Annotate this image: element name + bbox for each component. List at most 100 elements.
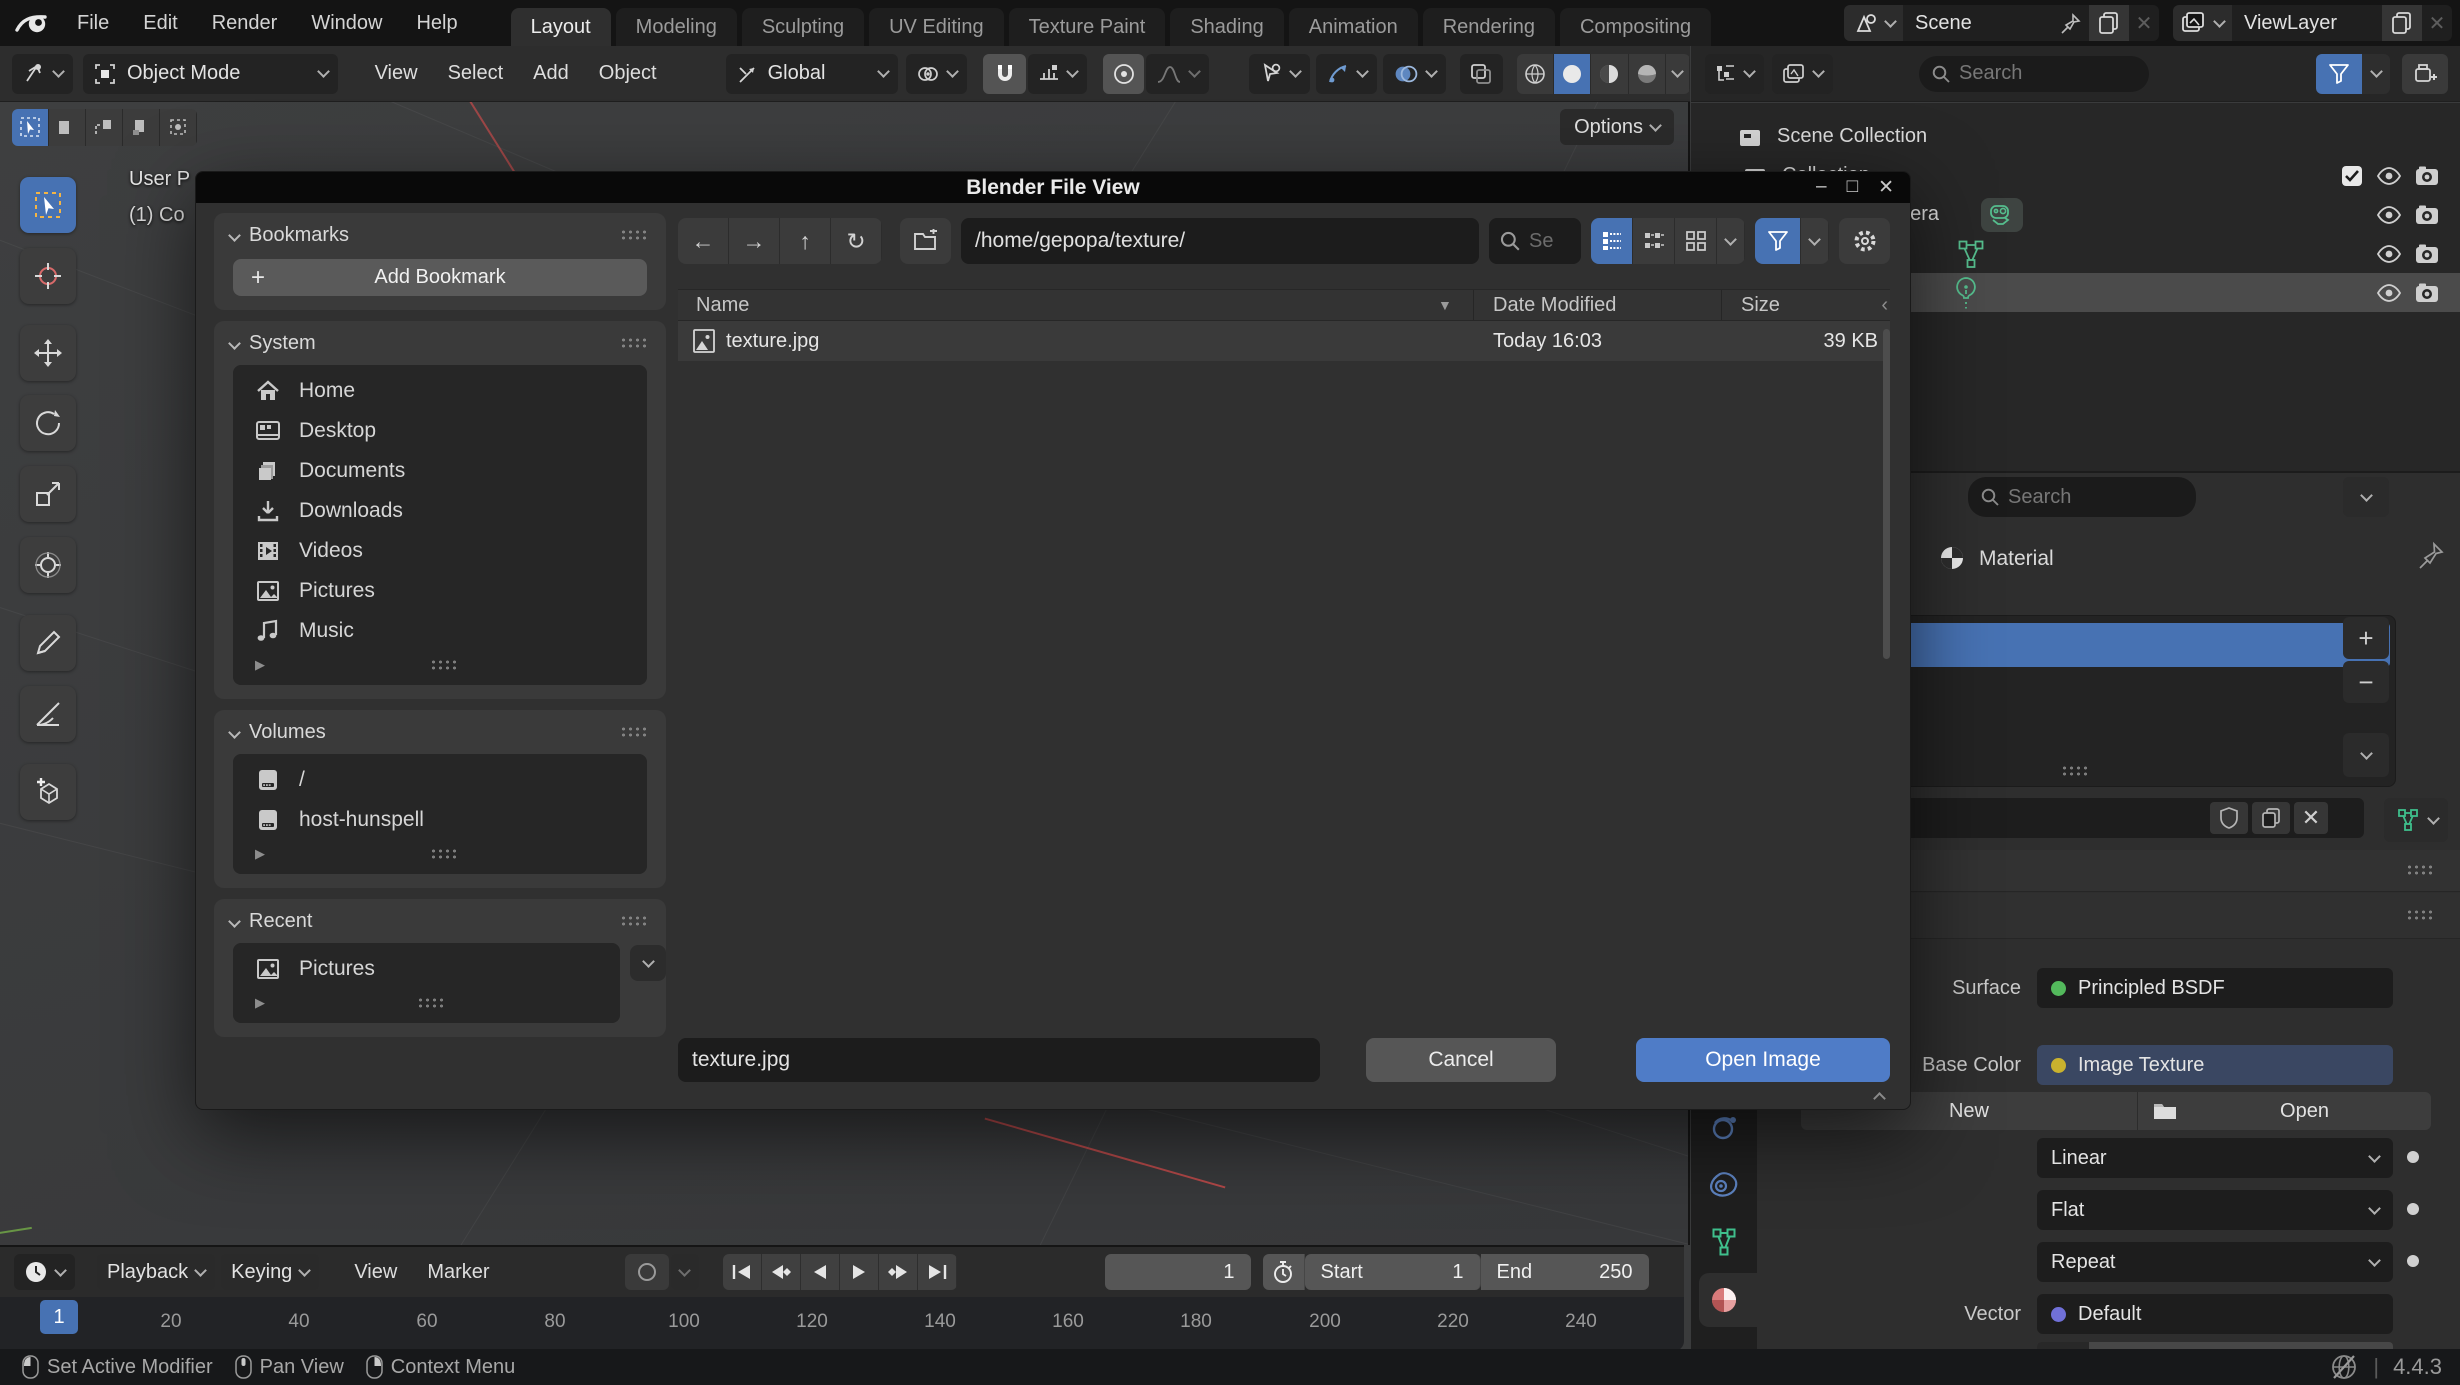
show-gizmo-button[interactable]	[1316, 54, 1377, 94]
surface-value-button[interactable]: Principled BSDF	[2037, 968, 2393, 1008]
column-name[interactable]: Name	[678, 294, 749, 317]
menu-object[interactable]: Object	[584, 62, 672, 85]
create-directory-button[interactable]	[900, 218, 951, 264]
resize-grip[interactable]	[2061, 765, 2091, 778]
transform-orientation[interactable]: Global	[726, 54, 899, 94]
select-circle-button[interactable]	[86, 109, 123, 146]
column-size[interactable]: Size	[1741, 294, 1780, 317]
use-preview-range-button[interactable]	[1263, 1254, 1305, 1290]
image-open-button[interactable]: Open	[2138, 1092, 2431, 1130]
filter-options-button[interactable]	[1801, 218, 1829, 264]
path-field[interactable]	[961, 218, 1479, 264]
hide-viewport-icon[interactable]	[2376, 204, 2402, 226]
unlink-scene-button[interactable]: ✕	[2129, 5, 2159, 41]
mode-selector[interactable]: Object Mode	[83, 54, 338, 94]
filter-options-button[interactable]	[2362, 54, 2390, 94]
close-button[interactable]: ✕	[1878, 176, 1894, 199]
menu-edit[interactable]: Edit	[126, 0, 194, 46]
settings-button[interactable]	[1839, 218, 1890, 264]
hide-viewport-icon[interactable]	[2376, 282, 2402, 304]
drag-grip[interactable]	[2406, 909, 2436, 922]
previous-keyframe-button[interactable]	[762, 1254, 801, 1290]
tool-measure[interactable]	[20, 686, 76, 742]
tab-object-data-icon[interactable]	[1701, 1219, 1747, 1265]
current-frame-field[interactable]: 1	[1105, 1254, 1251, 1290]
timeline-view-menu[interactable]: View	[339, 1261, 412, 1284]
disable-render-icon[interactable]	[2414, 282, 2440, 304]
disable-render-icon[interactable]	[2414, 243, 2440, 265]
add-slot-button[interactable]: +	[2343, 617, 2389, 659]
show-object-types-button[interactable]	[1249, 54, 1310, 94]
drag-grip[interactable]	[620, 726, 650, 739]
properties-options-button[interactable]	[2343, 477, 2389, 517]
sidebar-item-host-hunspell[interactable]: host-hunspell	[233, 800, 647, 840]
tab-layout[interactable]: Layout	[511, 8, 611, 46]
volumes-panel-header[interactable]: Volumes	[214, 710, 666, 754]
file-row-texture[interactable]: texture.jpg Today 16:03 39 KB	[678, 321, 1890, 361]
tool-rotate[interactable]	[20, 395, 76, 451]
file-search[interactable]: Se	[1489, 218, 1581, 264]
keying-menu[interactable]: Keying	[221, 1254, 319, 1290]
sidebar-item-music[interactable]: Music	[233, 611, 647, 651]
animate-dot[interactable]	[2407, 1255, 2419, 1267]
interpolation-dropdown[interactable]: Linear	[2037, 1138, 2393, 1178]
outliner-search-input[interactable]	[1959, 62, 2099, 85]
tab-shading[interactable]: Shading	[1170, 8, 1283, 46]
recent-options-button[interactable]	[630, 945, 666, 981]
sidebar-item-home[interactable]: Home	[233, 371, 647, 411]
filter-toggle[interactable]	[1755, 218, 1801, 264]
expand-triangle[interactable]: ▶	[255, 846, 265, 862]
viewlayer-browse-button[interactable]	[2173, 5, 2232, 41]
properties-search[interactable]	[1968, 477, 2196, 517]
tool-add-primitive[interactable]	[20, 764, 76, 820]
node-tree-button[interactable]	[2384, 798, 2448, 842]
menu-render[interactable]: Render	[195, 0, 295, 46]
unlink-material-icon[interactable]: ✕	[2294, 802, 2328, 834]
back-button[interactable]: ←	[678, 218, 729, 264]
region-toggle-arrow[interactable]: ‹	[1881, 294, 1888, 317]
tool-select-box[interactable]	[20, 177, 76, 233]
play-button[interactable]	[840, 1254, 879, 1290]
auto-keying-toggle[interactable]	[625, 1254, 669, 1290]
options-button[interactable]: Options	[1560, 109, 1674, 145]
shading-options-button[interactable]	[1666, 54, 1690, 94]
tool-move[interactable]	[20, 325, 76, 381]
new-collection-button[interactable]	[2402, 54, 2448, 94]
file-list[interactable]: texture.jpg Today 16:03 39 KB	[678, 321, 1890, 1037]
path-input[interactable]	[975, 229, 1465, 253]
vector-value-button[interactable]: Default	[2037, 1294, 2393, 1334]
slot-specials-button[interactable]	[2343, 733, 2389, 777]
outliner-display-mode-button[interactable]	[1705, 54, 1764, 94]
drag-grip[interactable]	[620, 229, 650, 242]
tab-animation[interactable]: Animation	[1289, 8, 1418, 46]
playhead[interactable]: 1	[40, 1300, 78, 1334]
snap-target-button[interactable]	[1028, 54, 1087, 94]
copy-material-icon[interactable]	[2252, 802, 2290, 834]
tab-compositing[interactable]: Compositing	[1560, 8, 1711, 46]
maximize-button[interactable]: □	[1847, 176, 1858, 199]
play-reverse-button[interactable]	[801, 1254, 840, 1290]
pin-scene-icon[interactable]	[2053, 5, 2089, 41]
scrollbar[interactable]	[1883, 329, 1890, 659]
pivot-point-button[interactable]	[906, 54, 967, 94]
network-offline-icon[interactable]	[2329, 1352, 2359, 1382]
tool-transform[interactable]	[20, 537, 76, 593]
forward-button[interactable]: →	[729, 218, 780, 264]
tab-modeling[interactable]: Modeling	[616, 8, 737, 46]
shading-material-button[interactable]	[1591, 54, 1628, 94]
sidebar-item-recent-pictures[interactable]: Pictures	[233, 949, 620, 989]
auto-keying-options-button[interactable]	[671, 1254, 699, 1290]
outliner-search[interactable]	[1919, 56, 2149, 92]
filename-input[interactable]	[692, 1048, 1306, 1072]
select-lasso-button[interactable]	[123, 109, 160, 146]
tool-scale[interactable]	[20, 466, 76, 522]
sidebar-item-root[interactable]: /	[233, 760, 647, 800]
exclude-checkbox[interactable]	[2340, 164, 2364, 188]
refresh-button[interactable]: ↻	[831, 218, 882, 264]
thumbnail-button[interactable]	[1675, 218, 1717, 264]
shading-solid-button[interactable]	[1554, 54, 1591, 94]
vertical-list-button[interactable]	[1591, 218, 1633, 264]
add-bookmark-button[interactable]: + Add Bookmark	[233, 259, 647, 296]
sidebar-item-videos[interactable]: Videos	[233, 531, 647, 571]
recent-panel-header[interactable]: Recent	[214, 899, 666, 943]
